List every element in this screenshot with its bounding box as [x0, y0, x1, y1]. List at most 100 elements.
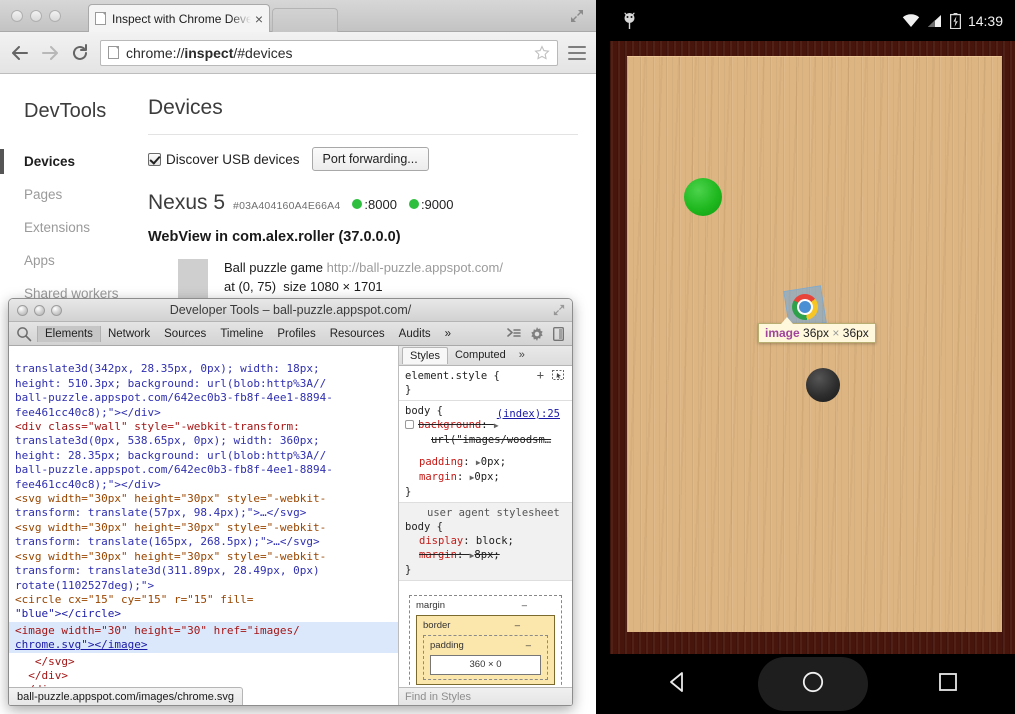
- hamburger-menu-icon[interactable]: [568, 46, 586, 60]
- property-enable-checkbox[interactable]: [405, 420, 414, 429]
- styles-panel: Styles Computed » element.style { +: [399, 346, 572, 706]
- close-window-button[interactable]: [17, 305, 28, 316]
- dom-line: fee461cc40c8);"></div>: [15, 478, 161, 491]
- tab-profiles[interactable]: Profiles: [270, 326, 322, 342]
- elements-panel[interactable]: translate3d(342px, 28.35px, 0px); width:…: [9, 346, 399, 706]
- rule-selector: element.style {: [405, 370, 500, 382]
- style-property-display[interactable]: display: block;: [405, 534, 566, 548]
- sidebar-item-devices[interactable]: Devices: [0, 145, 148, 178]
- rule-origin-link[interactable]: (index):25: [497, 407, 560, 421]
- search-icon[interactable]: [15, 325, 33, 343]
- close-icon[interactable]: ×: [251, 11, 263, 27]
- dock-side-icon[interactable]: [553, 327, 564, 341]
- more-tabs-button[interactable]: »: [438, 326, 458, 342]
- tab-elements[interactable]: Elements: [37, 326, 101, 342]
- dom-line: <svg width="30px" height="30px" style="-…: [15, 550, 326, 563]
- sidebar-item-extensions[interactable]: Extensions: [0, 211, 148, 244]
- rule-close: }: [405, 383, 566, 397]
- android-device-screen: 14:39 image 36px × 36px: [610, 0, 1015, 714]
- devtools-traffic-lights[interactable]: [17, 305, 62, 316]
- minimize-window-button[interactable]: [34, 305, 45, 316]
- port-label: :9000: [421, 197, 454, 212]
- selected-dom-node[interactable]: <image width="30" height="30" href="imag…: [9, 622, 398, 653]
- minimize-window-button[interactable]: [30, 10, 42, 22]
- console-drawer-icon[interactable]: [507, 327, 521, 340]
- discover-usb-devices-checkbox[interactable]: Discover USB devices: [148, 152, 300, 167]
- box-model-border[interactable]: border– padding– 360 × 0: [416, 615, 555, 685]
- bookmark-star-icon[interactable]: [534, 45, 550, 61]
- zoom-window-button[interactable]: [51, 305, 62, 316]
- gear-icon[interactable]: [530, 327, 544, 341]
- style-rule-body-index[interactable]: body { (index):25 background: ▶ url("ima…: [399, 401, 572, 503]
- tab-resources[interactable]: Resources: [323, 326, 392, 342]
- tab-network[interactable]: Network: [101, 326, 157, 342]
- port-9000: :9000: [409, 197, 454, 212]
- green-ball[interactable]: [684, 178, 722, 216]
- tab-computed[interactable]: Computed: [448, 347, 513, 363]
- address-bar[interactable]: chrome://inspect/#devices: [100, 40, 558, 66]
- sidebar-item-apps[interactable]: Apps: [0, 244, 148, 277]
- tab-styles[interactable]: Styles: [402, 347, 448, 364]
- page-position: at (0, 75): [224, 279, 276, 294]
- nav-home-button[interactable]: [783, 670, 843, 699]
- status-bar-icons: 14:39: [902, 13, 1003, 29]
- game-viewport[interactable]: image 36px × 36px: [610, 41, 1015, 654]
- styles-more-button[interactable]: »: [513, 349, 525, 361]
- game-board[interactable]: [627, 56, 1002, 632]
- tab-timeline[interactable]: Timeline: [213, 326, 270, 342]
- port-forwarding-button[interactable]: Port forwarding...: [312, 147, 429, 171]
- property-value: 8px;: [474, 549, 499, 561]
- fullscreen-icon[interactable]: [570, 9, 584, 23]
- close-window-button[interactable]: [11, 10, 23, 22]
- find-in-styles-input[interactable]: Find in Styles: [399, 687, 572, 706]
- styles-rules-list[interactable]: element.style { + } body { (index: [399, 366, 572, 687]
- style-property-margin[interactable]: margin: ▶0px;: [405, 470, 566, 485]
- new-tab-button[interactable]: [272, 8, 338, 32]
- sidebar-item-pages[interactable]: Pages: [0, 178, 148, 211]
- black-ball[interactable]: [806, 368, 840, 402]
- devtools-body: translate3d(342px, 28.35px, 0px); width:…: [9, 346, 572, 706]
- box-model-diagram[interactable]: margin– border– padding– 360 × 0: [399, 581, 572, 687]
- style-rule-user-agent[interactable]: user agent stylesheet body { display: bl…: [399, 503, 572, 581]
- rule-close: }: [405, 485, 566, 499]
- back-arrow-icon[interactable]: [10, 43, 30, 63]
- back-triangle-icon: [667, 671, 689, 693]
- sidebar-item-label: Extensions: [24, 220, 90, 235]
- reload-icon[interactable]: [70, 43, 90, 63]
- box-model-padding[interactable]: padding– 360 × 0: [423, 635, 548, 680]
- chevron-right-icon[interactable]: ▶: [494, 419, 499, 433]
- devtools-titlebar: Developer Tools – ball-puzzle.appspot.co…: [9, 299, 572, 322]
- tab-sources[interactable]: Sources: [157, 326, 213, 342]
- dom-line: height: 510.3px; background: url(blob:ht…: [15, 377, 326, 390]
- style-property-background-value[interactable]: url("images/woodsm…: [405, 433, 566, 447]
- page-size: size 1080 × 1701: [283, 279, 382, 294]
- nav-recents-button[interactable]: [918, 672, 978, 697]
- property-value: 0px;: [474, 471, 499, 483]
- box-model-padding-value: –: [526, 639, 531, 653]
- closing-tag: </svg>: [35, 655, 75, 668]
- fullscreen-icon[interactable]: [553, 304, 565, 316]
- discover-usb-devices-label: Discover USB devices: [166, 152, 300, 167]
- tooltip-separator: ×: [832, 326, 839, 340]
- property-name: margin: [419, 471, 457, 483]
- android-status-bar: 14:39: [610, 0, 1015, 41]
- zoom-window-button[interactable]: [49, 10, 61, 22]
- user-agent-stylesheet-label: user agent stylesheet: [405, 506, 566, 520]
- port-8000: :8000: [352, 197, 397, 212]
- box-model-margin[interactable]: margin– border– padding– 360 × 0: [409, 595, 562, 687]
- style-rule-element[interactable]: element.style { + }: [399, 366, 572, 401]
- plus-icon[interactable]: +: [537, 368, 544, 382]
- element-state-icon[interactable]: [552, 370, 564, 380]
- browser-tab[interactable]: Inspect with Chrome Devel ×: [88, 4, 270, 32]
- property-value: url("images/woodsm…: [431, 434, 551, 446]
- forward-arrow-icon: [40, 43, 60, 63]
- nav-back-button[interactable]: [648, 671, 708, 698]
- style-property-padding[interactable]: padding: ▶0px;: [405, 455, 566, 470]
- box-model-content[interactable]: 360 × 0: [430, 655, 541, 675]
- dom-line: "blue"></circle>: [15, 607, 121, 620]
- window-traffic-lights[interactable]: [11, 10, 61, 22]
- style-property-ua-margin[interactable]: margin: ▶8px;: [405, 548, 566, 563]
- tab-audits[interactable]: Audits: [392, 326, 438, 342]
- url-text: chrome://inspect/#devices: [126, 45, 527, 61]
- dom-tree[interactable]: translate3d(342px, 28.35px, 0px); width:…: [9, 346, 398, 622]
